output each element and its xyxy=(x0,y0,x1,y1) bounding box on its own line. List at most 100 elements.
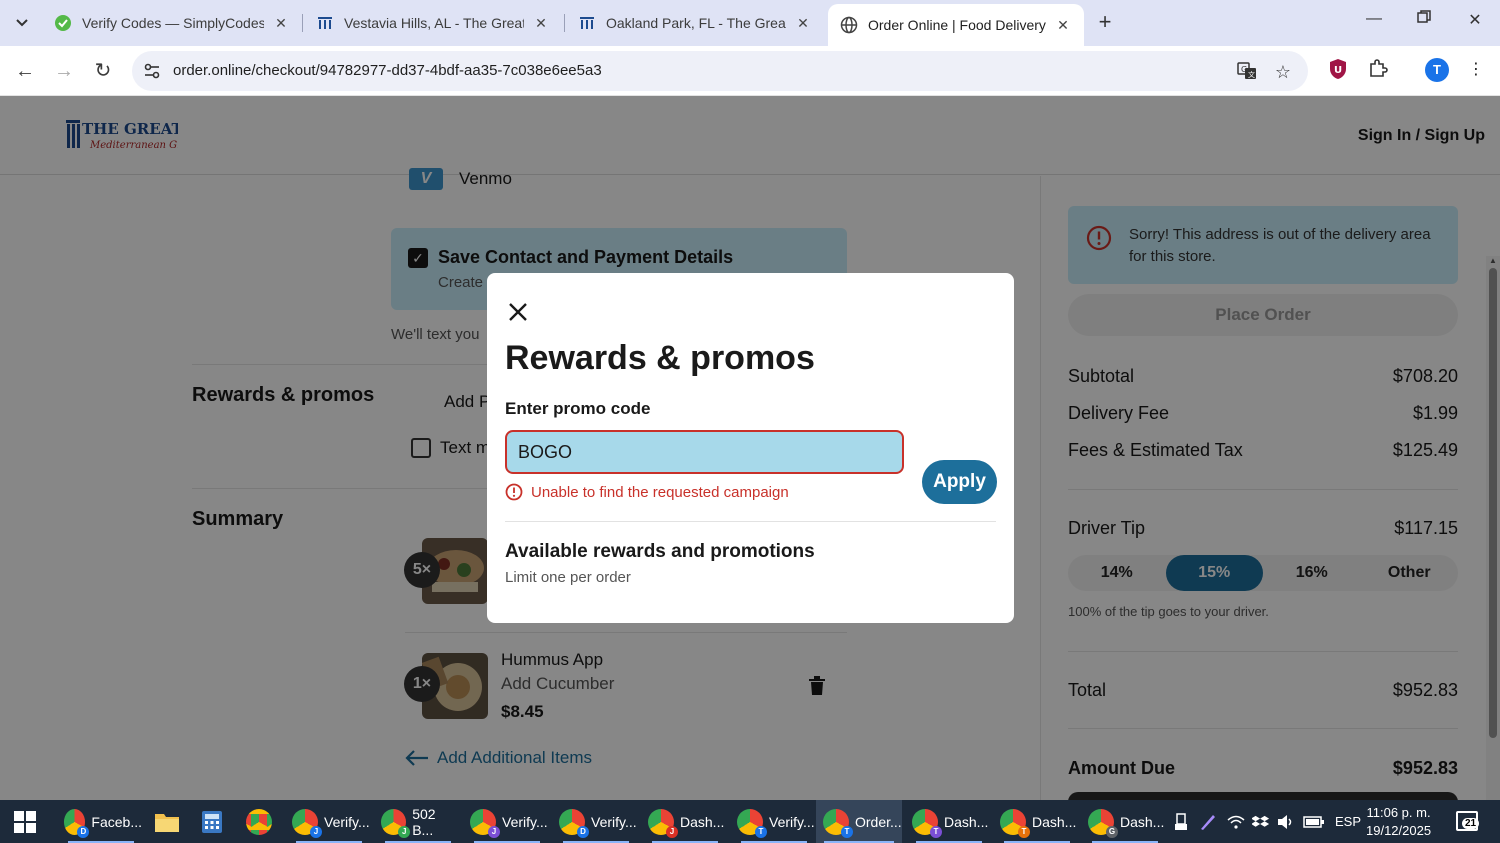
address-bar[interactable]: order.online/checkout/94782977-dd37-4bdf… xyxy=(132,51,1308,91)
tab-title: Oakland Park, FL - The Great Gr xyxy=(606,15,786,31)
calculator-icon[interactable] xyxy=(201,800,223,843)
taskbar-item-order-active[interactable]: T Order... xyxy=(816,800,902,843)
taskbar-item-dash-1[interactable]: J Dash... xyxy=(644,800,726,843)
tab-close-icon[interactable]: ✕ xyxy=(272,15,290,32)
profile-badge: T xyxy=(841,825,853,838)
system-clock[interactable]: 11:06 p. m. 19/12/2025 xyxy=(1366,804,1431,840)
promo-code-label: Enter promo code xyxy=(505,399,651,418)
great-greek-favicon-icon xyxy=(578,14,596,32)
taskbar-item-verify-2[interactable]: J Verify... xyxy=(466,800,548,843)
profile-badge: T xyxy=(755,825,767,838)
taskbar-item-dash-3[interactable]: T Dash... xyxy=(996,800,1078,843)
taskbar-item-502[interactable]: J 502 B... xyxy=(377,800,459,843)
close-icon[interactable] xyxy=(507,301,529,323)
tab-close-icon[interactable]: ✕ xyxy=(794,15,812,32)
svg-text:U: U xyxy=(1334,65,1342,76)
tab-title: Verify Codes — SimplyCodes xyxy=(82,15,264,31)
taskbar-label: Dash... xyxy=(1120,813,1165,830)
chrome-icon: J xyxy=(381,808,411,838)
extensions-puzzle-icon[interactable] xyxy=(1366,58,1390,82)
language-indicator[interactable]: ESP xyxy=(1335,800,1361,843)
profile-badge: T xyxy=(930,825,942,838)
profile-badge: T xyxy=(1018,825,1030,838)
profile-avatar[interactable]: T xyxy=(1425,58,1449,82)
taskbar-item-verify-1[interactable]: J Verify... xyxy=(288,800,370,843)
notification-count: 21 xyxy=(1462,818,1480,829)
taskbar-label: Verify... xyxy=(769,813,815,830)
restore-icon[interactable] xyxy=(1409,10,1439,36)
promo-error: Unable to find the requested campaign xyxy=(505,483,789,501)
volume-icon[interactable] xyxy=(1277,800,1295,843)
dropbox-icon[interactable] xyxy=(1252,800,1270,843)
chrome-icon: J xyxy=(292,808,322,838)
site-settings-icon[interactable] xyxy=(142,61,162,81)
chrome-icon: T xyxy=(823,808,853,838)
taskbar-label: 502 B... xyxy=(412,805,436,838)
tab-close-icon[interactable]: ✕ xyxy=(532,15,550,32)
taskbar-label: Verify... xyxy=(591,813,637,830)
chrome-icon: T xyxy=(1000,808,1030,838)
clock-date: 19/12/2025 xyxy=(1366,823,1432,838)
taskbar-item-verify-4[interactable]: T Verify... xyxy=(733,800,815,843)
usb-icon[interactable] xyxy=(1174,800,1188,843)
chrome-icon: T xyxy=(912,808,942,838)
back-arrow-icon[interactable]: ← xyxy=(12,58,38,84)
taskbar-item-facebook[interactable]: D Faceb... xyxy=(60,800,142,843)
tab-order-online[interactable]: Order Online | Food Delivery & ✕ xyxy=(828,4,1084,46)
apply-button[interactable]: Apply xyxy=(922,460,997,504)
tab-separator xyxy=(302,14,303,32)
tab-oakland-park[interactable]: Oakland Park, FL - The Great Gr ✕ xyxy=(566,6,824,40)
battery-icon[interactable] xyxy=(1303,800,1325,843)
taskbar-item-verify-3[interactable]: D Verify... xyxy=(555,800,637,843)
windows-taskbar: D Faceb... J Verify... J 502 B... J Veri… xyxy=(0,800,1500,843)
browser-menu-kebab-icon[interactable]: ⋮ xyxy=(1464,58,1488,82)
minimize-icon[interactable]: — xyxy=(1359,10,1389,36)
tab-title: Vestavia Hills, AL - The Great Gr xyxy=(344,15,524,31)
chrome-pinned-icon[interactable] xyxy=(246,800,278,843)
chrome-icon: D xyxy=(64,808,90,838)
chrome-icon: J xyxy=(648,808,678,838)
tab-search-chevron-icon[interactable] xyxy=(6,7,38,39)
ublock-shield-icon[interactable]: U xyxy=(1326,58,1350,82)
tab-title: Order Online | Food Delivery & xyxy=(868,17,1046,33)
reload-icon[interactable]: ↻ xyxy=(90,58,116,84)
file-explorer-icon[interactable] xyxy=(154,800,180,843)
chrome-icon: T xyxy=(737,808,767,838)
taskbar-label: Faceb... xyxy=(91,813,142,830)
taskbar-label: Dash... xyxy=(1032,813,1077,830)
promo-code-input[interactable] xyxy=(505,430,904,474)
tab-vestavia[interactable]: Vestavia Hills, AL - The Great Gr ✕ xyxy=(304,6,562,40)
taskbar-label: Dash... xyxy=(944,813,989,830)
web-page: THE GREAT GREEK Mediterranean Grill Sign… xyxy=(0,96,1500,800)
profile-badge: D xyxy=(577,825,589,838)
translate-icon[interactable]: G文 xyxy=(1236,61,1258,83)
url-text: order.online/checkout/94782977-dd37-4bdf… xyxy=(173,62,602,79)
browser-toolbar: ← → ↻ order.online/checkout/94782977-dd3… xyxy=(0,46,1500,96)
pen-icon[interactable] xyxy=(1199,800,1217,843)
wifi-icon[interactable] xyxy=(1227,800,1245,843)
clock-time: 11:06 p. m. xyxy=(1366,805,1431,820)
promo-error-text: Unable to find the requested campaign xyxy=(531,483,789,501)
forward-arrow-icon[interactable]: → xyxy=(51,58,77,84)
profile-badge: J xyxy=(666,825,678,838)
bookmark-star-icon[interactable]: ☆ xyxy=(1272,61,1294,83)
tab-separator xyxy=(564,14,565,32)
svg-text:文: 文 xyxy=(1248,70,1255,79)
taskbar-item-dash-4[interactable]: G Dash... xyxy=(1084,800,1166,843)
taskbar-label: Dash... xyxy=(680,813,725,830)
close-window-icon[interactable]: ✕ xyxy=(1460,10,1490,36)
great-greek-favicon-icon xyxy=(316,14,334,32)
new-tab-plus-icon[interactable]: + xyxy=(1092,10,1118,36)
modal-divider xyxy=(505,521,996,522)
profile-badge: J xyxy=(310,825,322,838)
tab-close-icon[interactable]: ✕ xyxy=(1054,17,1072,34)
taskbar-label: Order... xyxy=(855,813,902,830)
rewards-promos-modal: Rewards & promos Enter promo code Unable… xyxy=(487,273,1014,623)
windows-start-icon[interactable] xyxy=(14,811,36,833)
profile-badge: G xyxy=(1106,825,1118,838)
taskbar-item-dash-2[interactable]: T Dash... xyxy=(908,800,990,843)
error-icon xyxy=(505,483,523,501)
browser-tabstrip: Verify Codes — SimplyCodes ✕ Vestavia Hi… xyxy=(0,0,1500,46)
taskbar-label: Verify... xyxy=(502,813,548,830)
tab-simplycodes[interactable]: Verify Codes — SimplyCodes ✕ xyxy=(42,6,302,40)
